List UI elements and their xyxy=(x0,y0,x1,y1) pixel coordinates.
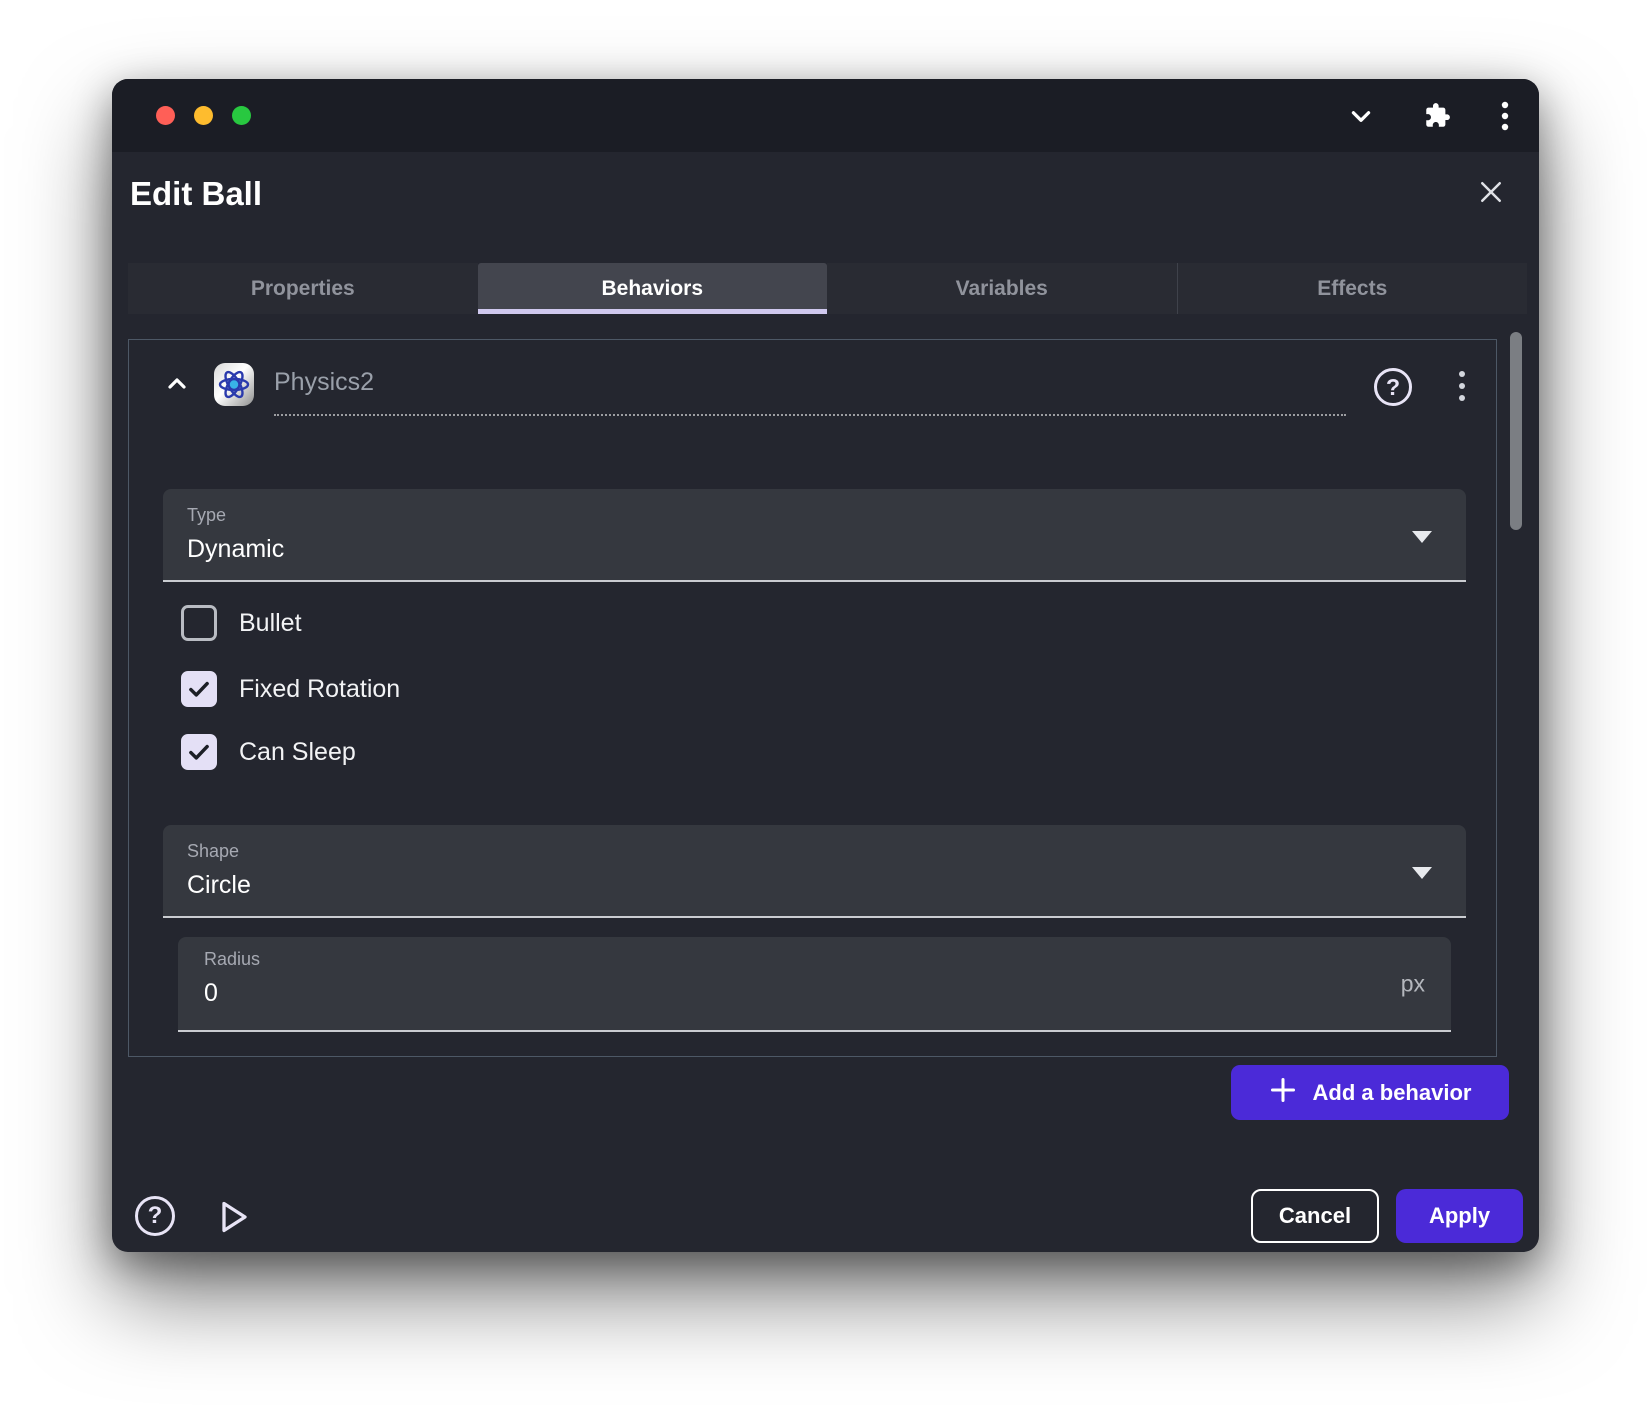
tab-label: Variables xyxy=(956,277,1048,301)
tab-behaviors[interactable]: Behaviors xyxy=(478,263,828,314)
checkbox-label: Bullet xyxy=(239,609,302,638)
tab-label: Properties xyxy=(251,277,355,301)
chevron-up-icon xyxy=(165,384,189,399)
behavior-name-input[interactable]: Physics2 xyxy=(274,368,1346,416)
help-glyph: ? xyxy=(148,1202,163,1230)
apply-button[interactable]: Apply xyxy=(1396,1189,1523,1243)
window-titlebar xyxy=(112,79,1539,152)
behavior-card: Physics2 ? Type Dynamic Bullet xyxy=(128,339,1497,1057)
dialog-title: Edit Ball xyxy=(130,175,262,213)
add-behavior-label: Add a behavior xyxy=(1313,1080,1472,1106)
field-value: Dynamic xyxy=(187,535,1442,564)
checkbox-fixed-rotation[interactable]: Fixed Rotation xyxy=(181,671,400,707)
unit-label: px xyxy=(1401,970,1425,997)
checkbox-bullet[interactable]: Bullet xyxy=(181,605,302,641)
close-window-button[interactable] xyxy=(156,106,175,125)
radius-input[interactable]: Radius 0 px xyxy=(178,937,1451,1032)
titlebar-actions xyxy=(1348,101,1539,131)
tab-effects[interactable]: Effects xyxy=(1177,263,1528,314)
zoom-window-button[interactable] xyxy=(232,106,251,125)
chevron-down-icon[interactable] xyxy=(1348,103,1374,129)
field-label: Type xyxy=(187,505,1442,526)
shape-select[interactable]: Shape Circle xyxy=(163,825,1466,918)
scrollbar-thumb[interactable] xyxy=(1510,332,1522,530)
plus-icon xyxy=(1269,1076,1297,1110)
help-glyph: ? xyxy=(1386,374,1400,401)
help-icon[interactable]: ? xyxy=(1374,368,1412,406)
traffic-lights xyxy=(112,106,251,125)
tab-label: Effects xyxy=(1317,277,1387,301)
field-label: Shape xyxy=(187,841,1442,862)
physics-atom-icon xyxy=(213,362,255,412)
kebab-menu-icon[interactable] xyxy=(1501,101,1509,131)
tab-properties[interactable]: Properties xyxy=(128,263,478,314)
type-select[interactable]: Type Dynamic xyxy=(163,489,1466,582)
field-label: Radius xyxy=(204,949,1425,970)
checkbox-can-sleep[interactable]: Can Sleep xyxy=(181,734,356,770)
tab-variables[interactable]: Variables xyxy=(827,263,1177,314)
field-value: Circle xyxy=(187,871,1442,900)
extensions-icon[interactable] xyxy=(1424,102,1451,129)
add-behavior-button[interactable]: Add a behavior xyxy=(1231,1065,1509,1120)
checkbox-label: Can Sleep xyxy=(239,738,356,767)
close-dialog-button[interactable] xyxy=(1475,177,1507,209)
behavior-menu-icon[interactable] xyxy=(1449,370,1475,404)
play-icon[interactable] xyxy=(213,1197,253,1237)
checkbox-box xyxy=(181,671,217,707)
checkbox-box xyxy=(181,734,217,770)
checkbox-box xyxy=(181,605,217,641)
cancel-button[interactable]: Cancel xyxy=(1251,1189,1379,1243)
page-background: Edit Ball Properties Behaviors Variables… xyxy=(0,0,1652,1412)
minimize-window-button[interactable] xyxy=(194,106,213,125)
checkbox-label: Fixed Rotation xyxy=(239,675,400,704)
tab-bar: Properties Behaviors Variables Effects xyxy=(128,263,1527,314)
field-value: 0 xyxy=(204,979,1425,1008)
close-icon xyxy=(1476,195,1506,210)
edit-ball-dialog-window: Edit Ball Properties Behaviors Variables… xyxy=(112,79,1539,1252)
caret-down-icon xyxy=(1412,531,1432,543)
caret-down-icon xyxy=(1412,867,1432,879)
tab-label: Behaviors xyxy=(601,277,703,301)
help-icon[interactable]: ? xyxy=(135,1196,175,1236)
collapse-behavior-button[interactable] xyxy=(165,372,189,396)
